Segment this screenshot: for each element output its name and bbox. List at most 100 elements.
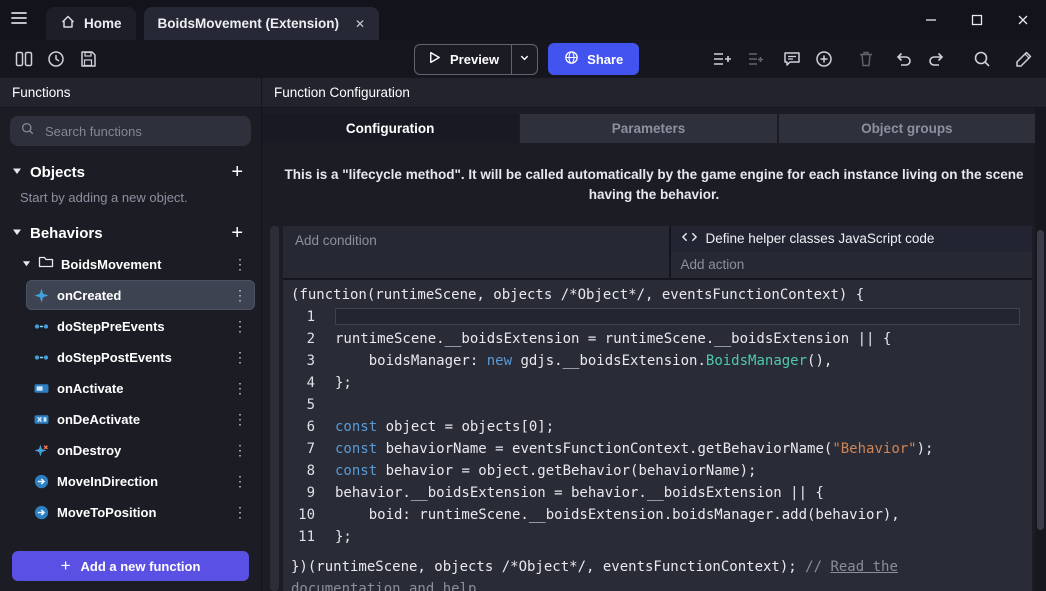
add-action-label: Add action [681,257,745,272]
share-button[interactable]: Share [548,43,639,75]
undo-icon[interactable] [890,45,918,73]
function-label: doStepPostEvents [57,350,221,365]
preview-button-main[interactable]: Preview [415,45,511,74]
section-behaviors[interactable]: Behaviors + [0,215,261,249]
add-behavior-button[interactable]: + [225,223,249,243]
line-number: 3 [283,350,335,372]
code-line-content[interactable]: runtimeScene.__boidsExtension = runtimeS… [335,328,1032,350]
tab-home[interactable]: Home [46,7,136,40]
comment-icon[interactable] [778,45,806,73]
code-line-7[interactable]: 7const behaviorName = eventsFunctionCont… [283,438,1032,460]
menu-button[interactable] [0,0,38,40]
add-circle-icon[interactable] [810,45,838,73]
tab-extension[interactable]: BoidsMovement (Extension) ✕ [144,7,380,40]
code-line-content[interactable]: const object = objects[0]; [335,416,1032,438]
behaviors-section-label: Behaviors [30,225,217,242]
line-number: 11 [283,526,335,548]
sidebar-function-onDestroy[interactable]: onDestroy⋮ [26,435,255,465]
code-editor[interactable]: (function(runtimeScene, objects /*Object… [283,278,1032,591]
function-menu-button[interactable]: ⋮ [229,287,251,304]
save-icon[interactable] [74,45,102,73]
code-line-3[interactable]: 3 boidsManager: new gdjs.__boidsExtensio… [283,350,1032,372]
tab-object-groups[interactable]: Object groups [777,114,1035,143]
code-line-content[interactable]: }; [335,526,1032,548]
add-object-button[interactable]: + [225,162,249,182]
function-menu-button[interactable]: ⋮ [229,318,251,335]
sidebar-function-MoveInDirection[interactable]: MoveInDirection ⋮ [26,466,255,496]
chevron-down-icon [519,50,530,68]
panels-icon[interactable] [10,45,38,73]
toolbar-right [708,45,1038,73]
code-line-content[interactable]: const behaviorName = eventsFunctionConte… [335,438,1032,460]
search-input[interactable] [43,123,241,140]
sidebar-function-doStepPreEvents[interactable]: doStepPreEvents⋮ [26,311,255,341]
js-event-title[interactable]: Define helper classes JavaScript code [671,226,1033,252]
config-tabs: Configuration Parameters Object groups [262,114,1035,143]
add-function-button[interactable]: + Add a new function [12,551,249,581]
documentation-link[interactable]: Read the [830,559,897,575]
code-line-10[interactable]: 10 boid: runtimeScene.__boidsExtension.b… [283,504,1032,526]
code-line-9[interactable]: 9behavior.__boidsExtension = behavior.__… [283,482,1032,504]
code-line-11[interactable]: 11}; [283,526,1032,548]
sidebar-function-onDeActivate[interactable]: onDeActivate⋮ [26,404,255,434]
activate-function-icon [34,381,49,396]
main-scrollbar-track[interactable] [1035,108,1046,591]
code-line-content[interactable]: boidsManager: new gdjs.__boidsExtension.… [335,350,1032,372]
move-function-icon [34,505,49,520]
code-line-6[interactable]: 6const object = objects[0]; [283,416,1032,438]
behaviors-tree: BoidsMovement ⋮ onCreated⋮doStepPreEvent… [0,249,261,543]
add-function-label: Add a new function [81,559,201,574]
code-line-content[interactable]: behavior.__boidsExtension = behavior.__b… [335,482,1032,504]
tab-configuration[interactable]: Configuration [262,114,518,143]
code-line-2[interactable]: 2runtimeScene.__boidsExtension = runtime… [283,328,1032,350]
minimize-button[interactable] [908,0,954,40]
sidebar-function-doStepPostEvents[interactable]: doStepPostEvents ⋮ [26,342,255,372]
code-line-8[interactable]: 8const behavior = object.getBehavior(beh… [283,460,1032,482]
main-scrollbar-thumb[interactable] [1037,230,1044,530]
function-menu-button[interactable]: ⋮ [229,380,251,397]
add-event-icon[interactable] [708,45,736,73]
function-menu-button[interactable]: ⋮ [229,411,251,428]
maximize-button[interactable] [954,0,1000,40]
line-number: 9 [283,482,335,504]
section-objects[interactable]: Objects + [0,154,261,188]
line-number: 2 [283,328,335,350]
behavior-group-row[interactable]: BoidsMovement ⋮ [0,249,261,279]
code-line-5[interactable]: 5 [283,394,1032,416]
chevron-down-icon [12,224,22,242]
code-lines: 12runtimeScene.__boidsExtension = runtim… [283,306,1032,548]
sidebar-function-onActivate[interactable]: onActivate⋮ [26,373,255,403]
code-line-4[interactable]: 4}; [283,372,1032,394]
code-line-content[interactable] [335,308,1020,325]
documentation-link[interactable]: documentation and help [291,581,476,591]
function-label: MoveInDirection [57,474,221,489]
add-subevent-icon[interactable] [740,45,768,73]
preview-dropdown-button[interactable] [511,45,537,74]
close-button[interactable] [1000,0,1046,40]
function-menu-button[interactable]: ⋮ [229,504,251,521]
code-line-content[interactable]: }; [335,372,1032,394]
code-line-1[interactable]: 1 [283,306,1032,328]
edit-theme-icon[interactable] [1010,45,1038,73]
redo-icon[interactable] [922,45,950,73]
objects-empty-hint: Start by adding a new object. [0,188,261,215]
preview-button[interactable]: Preview [414,44,538,75]
add-action-button[interactable]: Add action [671,252,1033,278]
history-icon[interactable] [42,45,70,73]
tab-parameters[interactable]: Parameters [518,114,776,143]
function-menu-button[interactable]: ⋮ [229,473,251,490]
function-menu-button[interactable]: ⋮ [229,442,251,459]
add-condition-button[interactable]: Add condition [283,226,671,278]
code-line-content[interactable] [335,394,1032,416]
code-line-content[interactable]: const behavior = object.getBehavior(beha… [335,460,1032,482]
search-box[interactable] [10,116,251,146]
sidebar-function-MoveToPosition[interactable]: MoveToPosition⋮ [26,497,255,527]
sidebar-function-onCreated[interactable]: onCreated⋮ [26,280,255,310]
line-number: 4 [283,372,335,394]
code-line-content[interactable]: boid: runtimeScene.__boidsExtension.boid… [335,504,1032,526]
search-icon[interactable] [968,45,996,73]
function-menu-button[interactable]: ⋮ [229,349,251,366]
trash-icon[interactable] [852,45,880,73]
behavior-group-menu-button[interactable]: ⋮ [229,256,251,273]
close-tab-icon[interactable]: ✕ [355,17,365,31]
